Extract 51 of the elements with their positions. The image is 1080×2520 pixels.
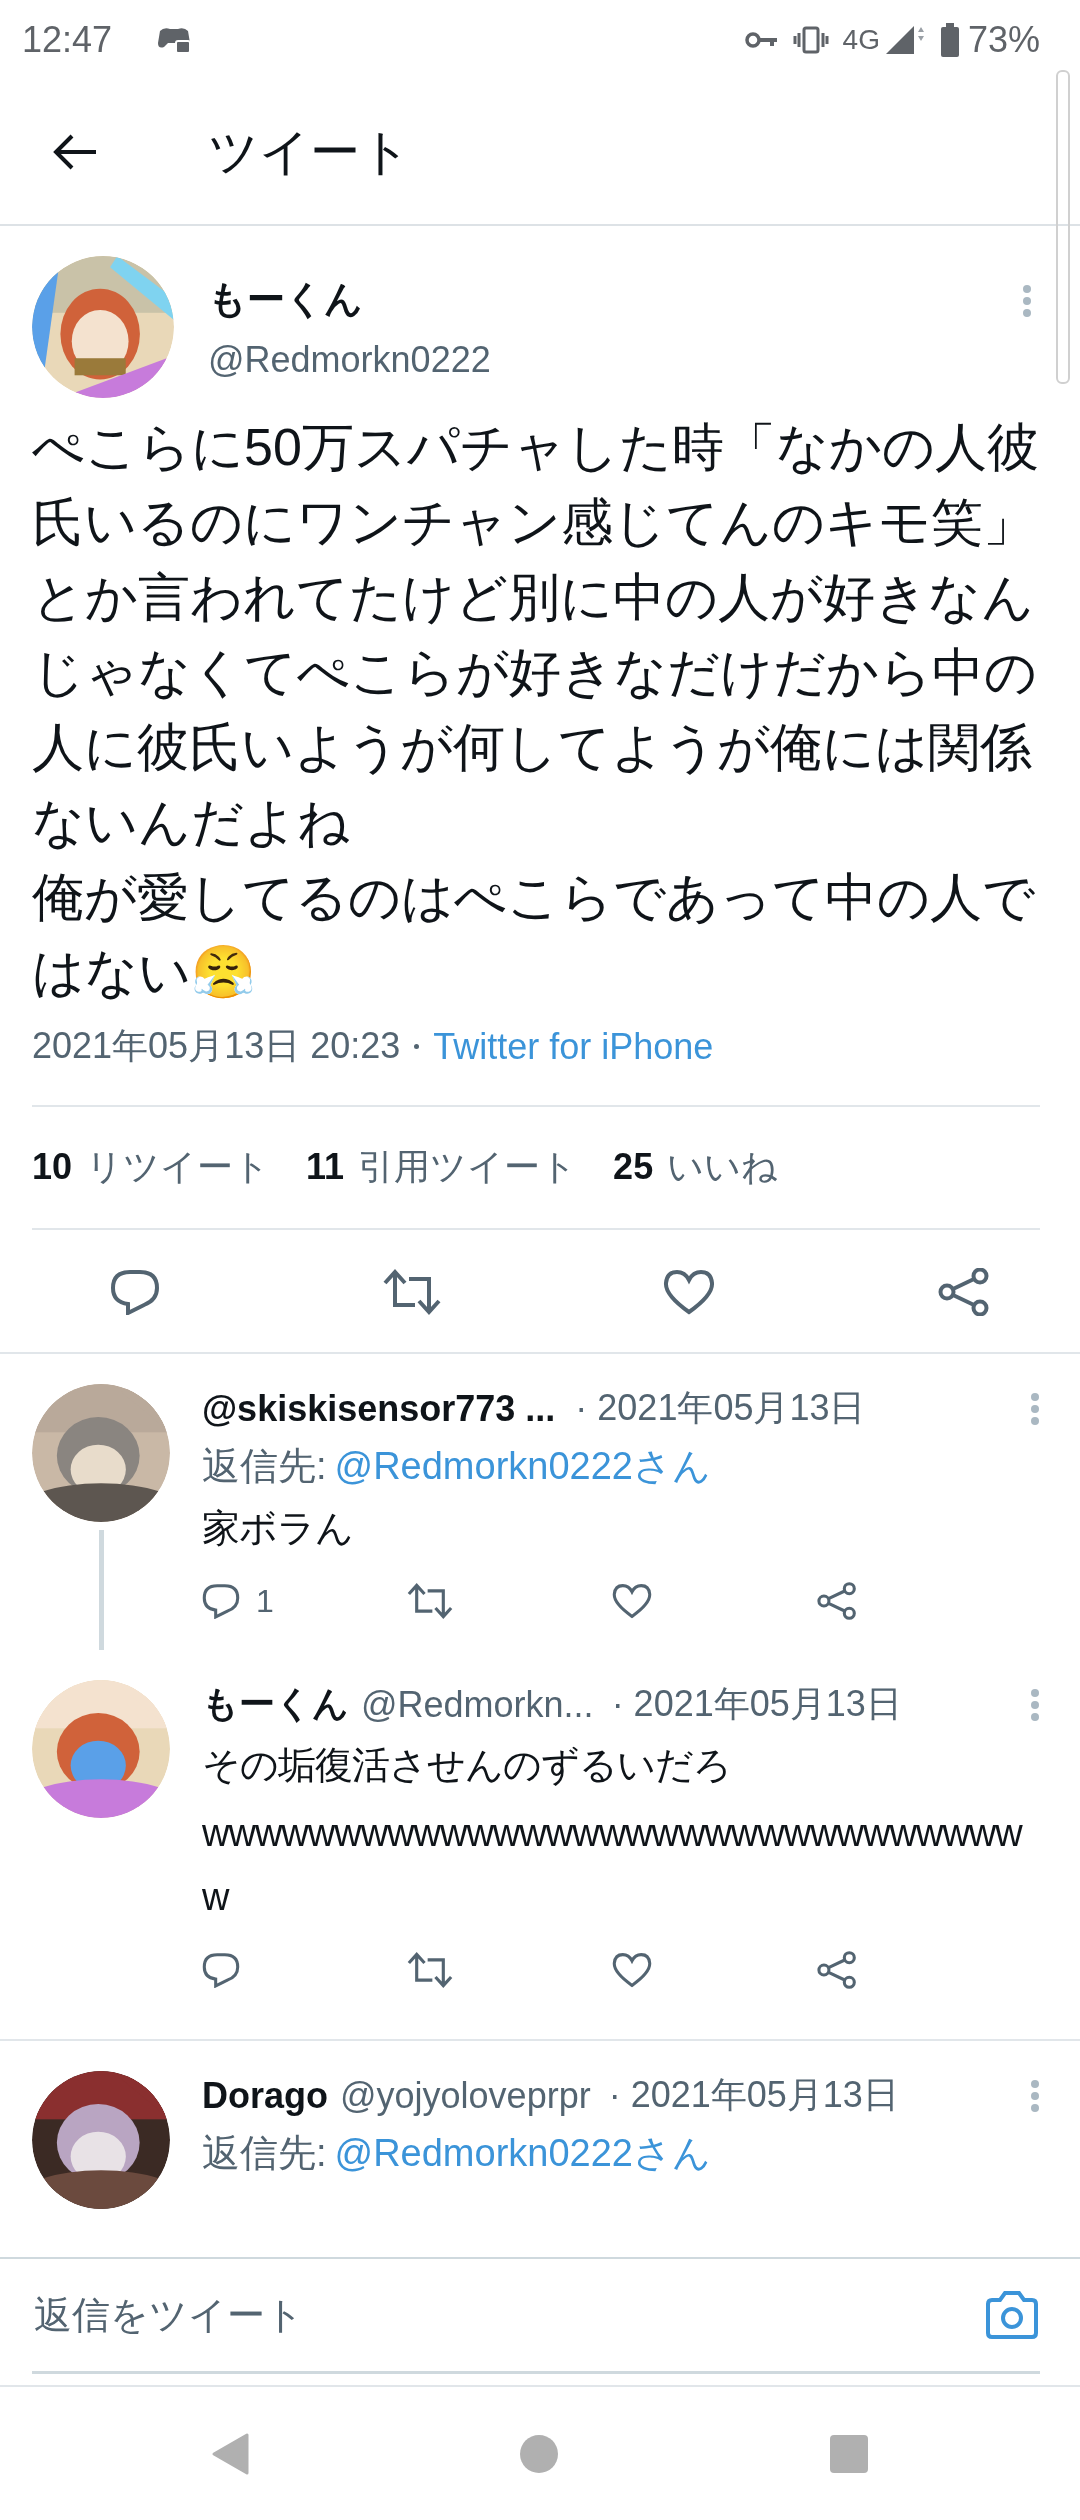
reply-date: · 2021年05月13日 [608, 2073, 899, 2117]
share-icon[interactable] [817, 1951, 857, 1989]
vibrate-icon [792, 25, 829, 55]
tweet-text: ぺこらに50万スパチャした時「なかの人彼氏いるのにワンチャン感じてんのキモ笑」とか言われてたけど別に中の人が好きなんじゃなくてぺこらが好きなだけだから中の人に彼氏いようが何してようが俺には関係ないんだよね [32, 417, 1040, 853]
reply-to-link[interactable]: @Redmorkn0222さん [334, 2132, 711, 2174]
retweet-icon[interactable] [382, 1269, 441, 1315]
battery-percent: 73% [967, 19, 1040, 61]
reply-author-name[interactable]: Dorago [202, 2074, 328, 2117]
tweet-timestamp: 2021年05月13日 20:23 [32, 1024, 401, 1068]
share-icon[interactable] [937, 1268, 990, 1316]
stat-label[interactable]: いいね [667, 1143, 779, 1192]
reply-author-name[interactable]: @skiskisensor773 ... [202, 1387, 556, 1430]
reply-count: 1 [256, 1582, 274, 1620]
tweet-text: 俺が愛してるのはぺこらであって中の人ではない😤 [32, 867, 1036, 1003]
game-controller-icon [156, 25, 193, 55]
reply-text: 家ボラん [202, 1506, 354, 1551]
stat-count[interactable]: 25 [613, 1146, 654, 1188]
key-icon [744, 30, 779, 50]
heart-icon[interactable] [663, 1269, 716, 1315]
reply-text: その垢復活させんのずるいだろ [202, 1743, 732, 1788]
reply-input-field[interactable]: 返信をツイート [32, 2292, 984, 2338]
camera-icon[interactable] [984, 2290, 1040, 2340]
reply-text: wwwwwwwwwwwwwwwwwwwwwwwwwwwwwwww [202, 1811, 1024, 1920]
reply-to-link[interactable]: @Redmorkn0222さん [334, 1445, 711, 1487]
stat-label[interactable]: リツイート [86, 1143, 271, 1192]
share-icon[interactable] [817, 1582, 857, 1620]
page-title: ツイート [208, 122, 411, 182]
stat-count[interactable]: 11 [306, 1146, 345, 1188]
author-name[interactable]: もーくん [208, 273, 1022, 325]
reply-to-label: 返信先: [202, 2132, 327, 2174]
back-arrow-icon[interactable] [52, 132, 98, 172]
stat-label[interactable]: 引用ツイート [358, 1143, 578, 1192]
author-handle[interactable]: @Redmorkn0222 [208, 338, 1022, 381]
status-time: 12:47 [22, 19, 113, 61]
reply-author-handle[interactable]: @yojyoloveprpr [340, 2074, 591, 2117]
reply-icon[interactable] [202, 1952, 240, 1988]
reply-to-label: 返信先: [202, 1445, 327, 1487]
stat-count[interactable]: 10 [32, 1146, 73, 1188]
reply-icon[interactable] [202, 1583, 240, 1619]
reply-date: · 2021年05月13日 [611, 1682, 902, 1726]
network-type: 4G [842, 24, 880, 56]
battery-icon [939, 23, 960, 57]
reply-icon[interactable] [110, 1269, 160, 1315]
reply-author-handle[interactable]: @Redmorkn... [361, 1683, 594, 1726]
heart-icon[interactable] [612, 1952, 652, 1988]
heart-icon[interactable] [612, 1583, 652, 1619]
reply-author-name[interactable]: もーくん [202, 1680, 349, 1729]
retweet-icon[interactable] [407, 1952, 453, 1988]
source-link[interactable]: Twitter for iPhone [433, 1025, 714, 1068]
reply-date: · 2021年05月13日 [575, 1386, 866, 1430]
retweet-icon[interactable] [407, 1583, 453, 1619]
